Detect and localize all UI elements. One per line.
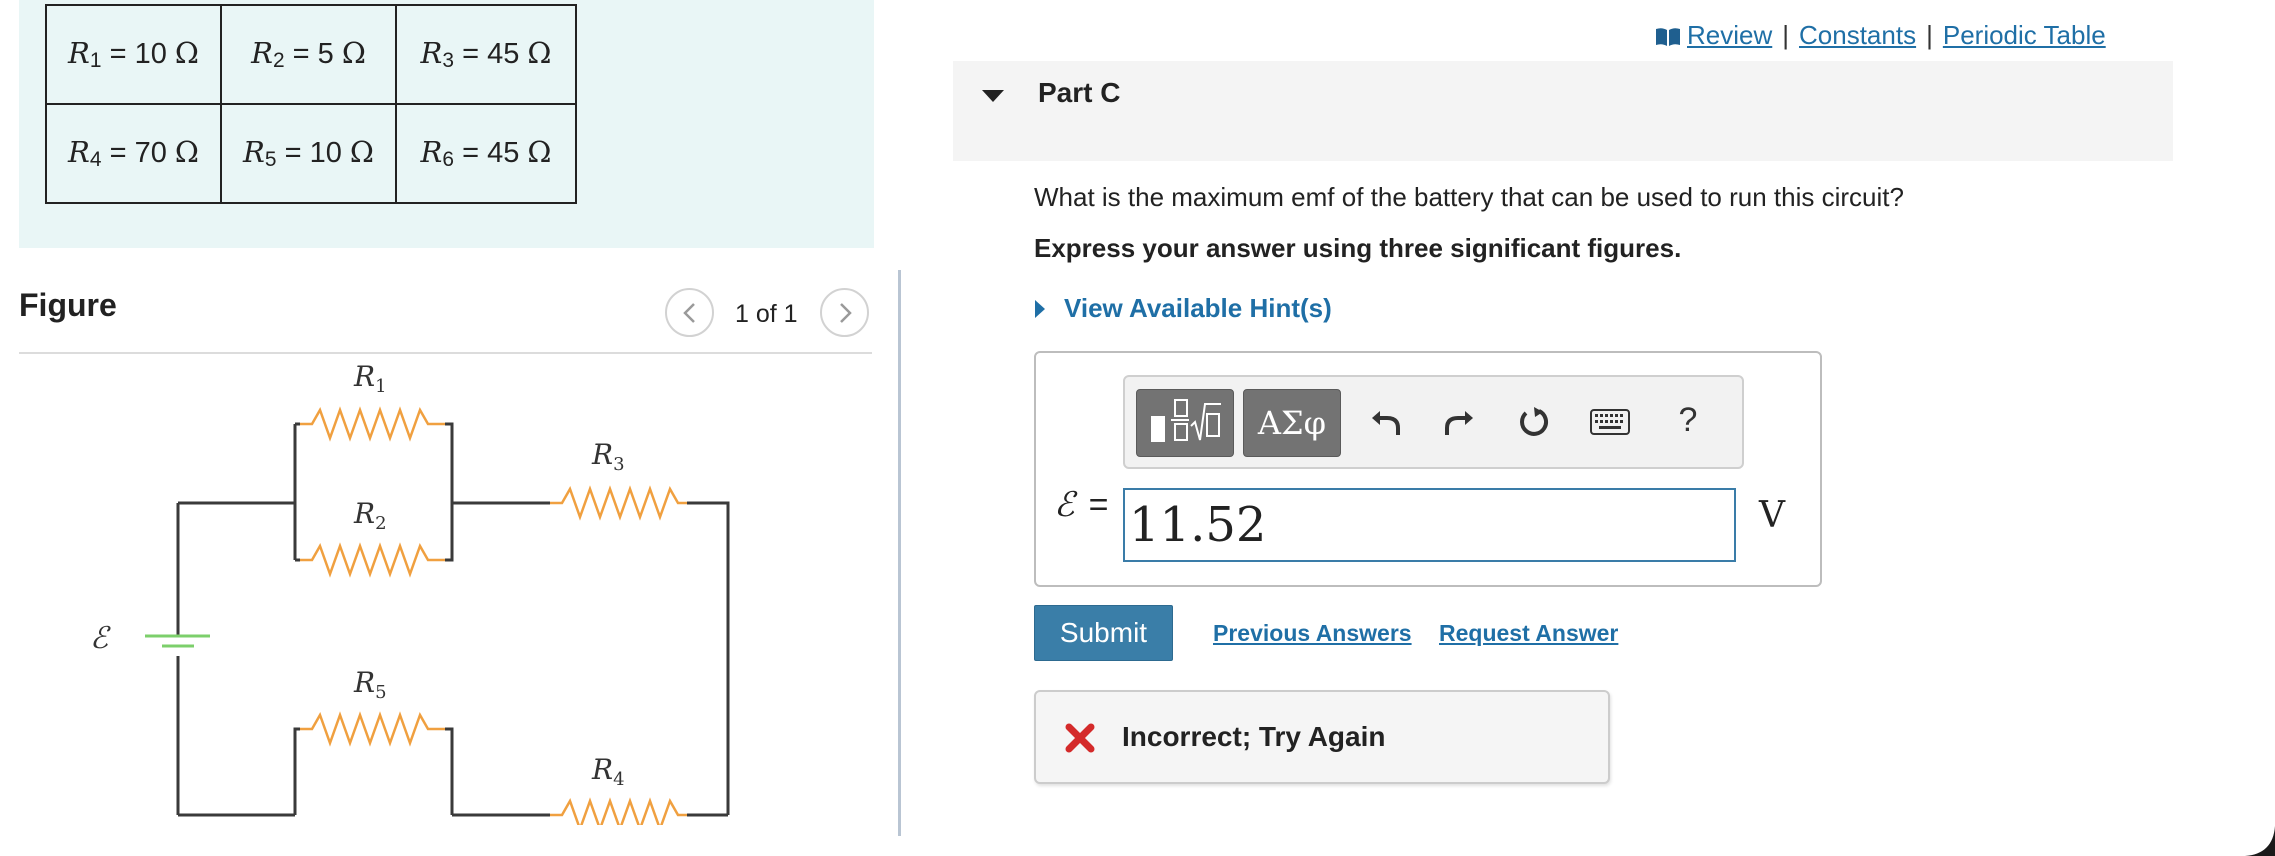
emf-label: ℰ: [90, 621, 111, 656]
resistor-r2: [300, 542, 445, 578]
resistor-value-cell: R4 = 70 Ω: [45, 103, 222, 204]
circuit-wires: [176, 422, 730, 817]
instruction-text: Express your answer using three signific…: [1034, 233, 1682, 263]
top-links: Review | Constants | Periodic Table: [1655, 20, 2106, 51]
link-separator: |: [1782, 20, 1790, 50]
help-button[interactable]: ?: [1663, 395, 1713, 445]
equals-sign: =: [1088, 485, 1109, 524]
battery-symbol: [145, 634, 210, 648]
answer-input-frame: [1123, 488, 1736, 562]
book-icon: [1656, 28, 1680, 46]
figure-counter: 1 of 1: [735, 300, 798, 328]
circuit-diagram: R1 R2 R3 R5 R4 ℰ: [90, 360, 730, 825]
part-header[interactable]: Part C: [953, 61, 2173, 161]
reset-button[interactable]: [1509, 397, 1559, 447]
chevron-left-icon: [682, 302, 695, 323]
table-row: R1 = 10 Ω R2 = 5 Ω R3 = 45 Ω: [45, 4, 577, 105]
table-row: R4 = 70 Ω R5 = 10 Ω R6 = 45 Ω: [45, 103, 577, 204]
resistor-label-r1: R1: [353, 360, 387, 397]
answer-box: ΑΣφ ? ℰ = V: [1034, 351, 1822, 587]
resistor-value-cell: R5 = 10 Ω: [220, 103, 397, 204]
previous-answers-link[interactable]: Previous Answers: [1213, 620, 1412, 647]
resistor-value-cell: R1 = 10 Ω: [45, 4, 222, 105]
figure-title: Figure: [19, 287, 117, 323]
resistor-value-cell: R2 = 5 Ω: [220, 4, 397, 105]
resistor-values-table: R1 = 10 Ω R2 = 5 Ω R3 = 45 Ω R4 = 70 Ω R…: [45, 4, 577, 204]
x-mark-icon: [1065, 723, 1095, 753]
periodic-table-link[interactable]: Periodic Table: [1943, 20, 2106, 50]
reset-icon: [1520, 407, 1549, 436]
math-toolbar: ΑΣφ ?: [1123, 375, 1744, 469]
view-hints-toggle[interactable]: View Available Hint(s): [1034, 293, 1332, 324]
resistor-value-cell: R3 = 45 Ω: [395, 4, 577, 105]
feedback-box: Incorrect; Try Again: [1034, 690, 1610, 784]
resistor-label-r2: R2: [353, 497, 387, 534]
constants-link[interactable]: Constants: [1799, 20, 1916, 50]
figure-divider: [19, 352, 872, 354]
caret-down-icon: [982, 90, 1004, 102]
undo-icon: [1372, 411, 1400, 435]
request-answer-link[interactable]: Request Answer: [1439, 620, 1618, 647]
link-separator: |: [1926, 20, 1933, 50]
submit-button[interactable]: Submit: [1034, 605, 1173, 661]
keyboard-icon: [1590, 409, 1630, 435]
resistor-r3: [550, 485, 687, 521]
part-title: Part C: [1038, 77, 1121, 108]
undo-button[interactable]: [1361, 397, 1411, 447]
resistor-value-cell: R6 = 45 Ω: [395, 103, 577, 204]
feedback-text: Incorrect; Try Again: [1122, 721, 1386, 752]
resistor-label-r3: R3: [591, 438, 625, 475]
chevron-right-icon: [839, 302, 852, 323]
resistor-label-r5: R5: [353, 666, 387, 703]
answer-input[interactable]: [1129, 493, 1729, 557]
templates-button[interactable]: [1136, 389, 1234, 457]
resistor-r4: [550, 797, 687, 825]
emf-symbol: ℰ: [1054, 485, 1075, 525]
answer-variable-label: ℰ =: [1054, 485, 1108, 525]
previous-figure-button[interactable]: [665, 288, 714, 337]
keyboard-button[interactable]: [1585, 397, 1635, 447]
symbols-button[interactable]: ΑΣφ: [1243, 389, 1341, 457]
question-text: What is the maximum emf of the battery t…: [1034, 182, 1904, 212]
review-link[interactable]: Review: [1687, 20, 1772, 50]
redo-icon: [1445, 411, 1473, 435]
left-pane: R1 = 10 Ω R2 = 5 Ω R3 = 45 Ω R4 = 70 Ω R…: [0, 0, 900, 856]
resistor-label-r4: R4: [591, 753, 625, 790]
unit-label: V: [1759, 495, 1785, 536]
resistor-r1: [300, 406, 445, 442]
view-hints-label: View Available Hint(s): [1064, 293, 1332, 323]
redo-button[interactable]: [1434, 397, 1484, 447]
resistor-r5: [300, 711, 445, 747]
window-corner: [2245, 826, 2275, 856]
caret-right-icon: [1035, 299, 1045, 318]
pane-divider[interactable]: [898, 270, 901, 836]
next-figure-button[interactable]: [820, 288, 869, 337]
templates-icon: [1151, 399, 1221, 442]
